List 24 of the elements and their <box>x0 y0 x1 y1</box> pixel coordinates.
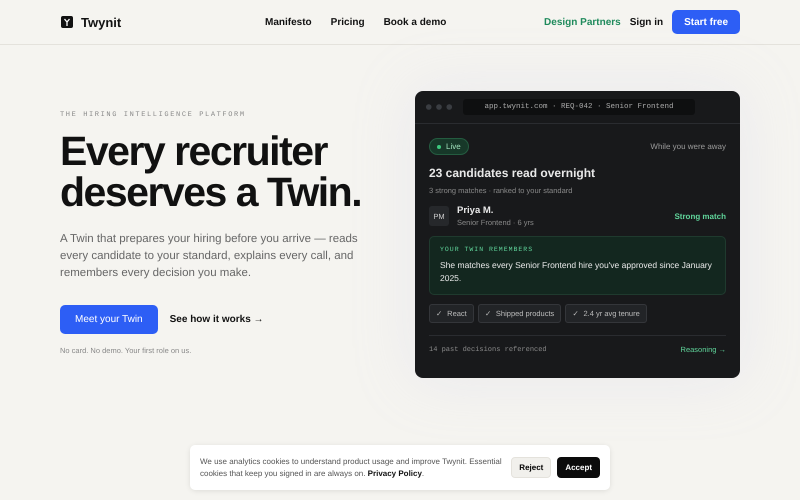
memory-text: She matches every Senior Frontend hire you've approved since January 2025. <box>440 259 713 285</box>
nav-link[interactable]: Pricing <box>330 16 365 28</box>
away-label: While you were away <box>650 142 726 151</box>
logo-text[interactable]: Twynit <box>81 14 122 30</box>
window-dots-icon <box>425 103 453 111</box>
headline: Every recruiter <box>60 131 328 172</box>
headline: deserves a Twin. <box>60 172 362 213</box>
meet-your-twin-button[interactable]: Meet your Twin <box>60 305 158 334</box>
privacy-policy-link[interactable]: Privacy Policy <box>368 468 422 478</box>
sign-in-link[interactable]: Sign in <box>630 16 664 28</box>
match-label: Strong match <box>674 212 726 220</box>
reject-button[interactable]: Reject <box>511 457 552 478</box>
accept-button[interactable]: Accept <box>557 457 600 478</box>
live-badge: Live <box>429 138 469 155</box>
card-headline: 23 candidates read overnight <box>429 166 596 180</box>
cookie-text: We use analytics cookies to understand product usage and improve Twynit. Essential cookies that keep you signed in are always on. Privacy Policy. <box>200 456 503 480</box>
start-free-button[interactable]: Start free <box>672 10 740 34</box>
nav-link[interactable]: Manifesto <box>265 16 312 28</box>
see-how-it-works-link[interactable]: See how it works → <box>170 314 264 325</box>
lede: A Twin that prepares your hiring before you arrive — reads every candidate to your standard, explains every call, and remembers every decision you make. <box>60 232 359 281</box>
nav-link[interactable]: Book a demo <box>384 16 446 28</box>
candidate-name: Priya M. <box>457 205 494 216</box>
logo-icon <box>60 15 74 29</box>
design-partners-link[interactable]: Design Partners <box>544 16 621 28</box>
